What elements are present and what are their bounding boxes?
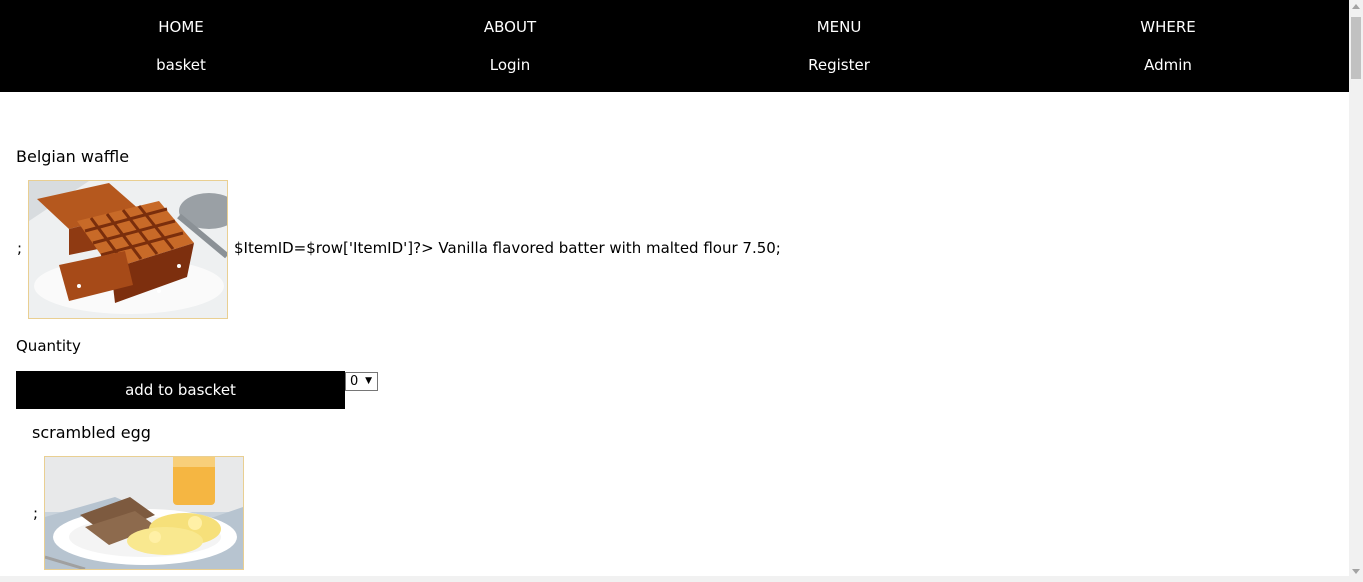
waffle-image <box>28 180 228 319</box>
nav-login-link[interactable]: Login <box>490 55 530 75</box>
item-prefix-semicolon: ; <box>17 239 23 257</box>
scrollbar-thumb[interactable] <box>1351 17 1361 79</box>
nav-register-link[interactable]: Register <box>808 55 870 75</box>
waffle-photo-icon <box>29 181 227 318</box>
add-to-basket-button[interactable]: add to bascket <box>16 371 345 409</box>
quantity-select[interactable]: 0 ▼ <box>345 372 378 391</box>
quantity-label: Quantity <box>16 337 81 355</box>
top-navigation: HOME ABOUT MENU WHERE basket Login Regis… <box>0 0 1349 92</box>
item-title-belgian-waffle: Belgian waffle <box>16 147 130 166</box>
scroll-up-arrow-icon[interactable] <box>1352 4 1360 9</box>
item-title-scrambled-egg: scrambled egg <box>32 423 151 442</box>
vertical-scrollbar[interactable] <box>1349 0 1363 582</box>
item-prefix-semicolon: ; <box>33 504 39 522</box>
nav-where-link[interactable]: WHERE <box>1140 17 1196 37</box>
nav-about-link[interactable]: ABOUT <box>484 17 536 37</box>
nav-menu-link[interactable]: MENU <box>817 17 862 37</box>
item-description: $ItemID=$row['ItemID']?> Vanilla flavore… <box>234 239 781 257</box>
horizontal-scrollbar[interactable] <box>0 576 1349 582</box>
quantity-value: 0 <box>350 374 359 389</box>
scroll-down-arrow-icon[interactable] <box>1352 569 1360 574</box>
nav-basket-link[interactable]: basket <box>156 55 206 75</box>
nav-admin-link[interactable]: Admin <box>1144 55 1192 75</box>
chevron-down-icon: ▼ <box>365 376 372 386</box>
nav-home-link[interactable]: HOME <box>158 17 204 37</box>
scrambled-egg-image <box>44 456 244 570</box>
scrambled-egg-photo-icon <box>45 457 243 569</box>
